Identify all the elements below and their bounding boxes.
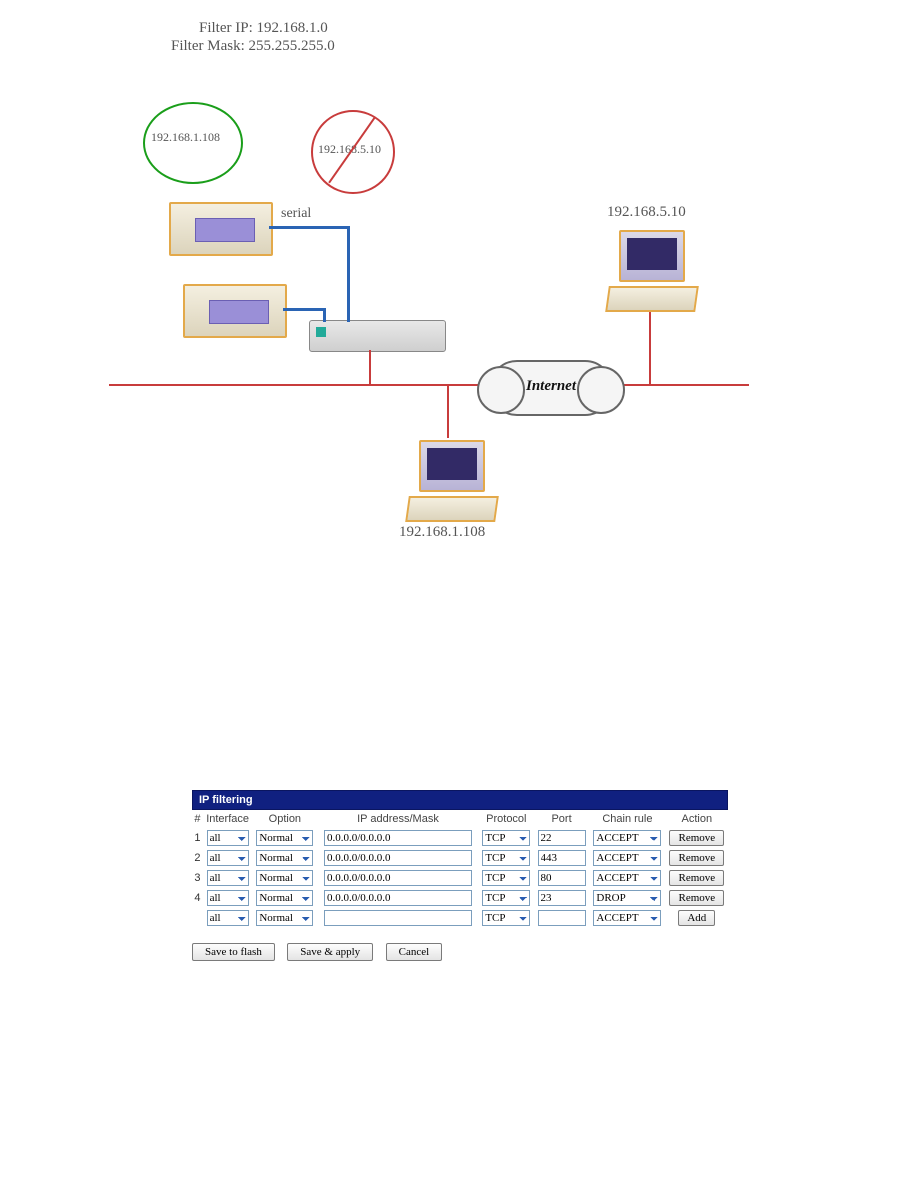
ipmask-input[interactable] — [324, 870, 472, 886]
new-chain-select[interactable]: ACCEPT — [593, 910, 661, 926]
protocol-select[interactable]: TCP — [482, 870, 530, 886]
option-select[interactable]: Normal — [256, 830, 313, 846]
col-protocol: Protocol — [479, 810, 534, 828]
new-option-select[interactable]: Normal — [256, 910, 313, 926]
table-row: 3all Normal TCP ACCEPT Remove — [192, 868, 728, 888]
col-option: Option — [252, 810, 317, 828]
filter-mask-line: Filter Mask: 255.255.255.0 — [171, 38, 335, 55]
server-2 — [183, 284, 287, 338]
ipmask-input[interactable] — [324, 850, 472, 866]
ipmask-input[interactable] — [324, 830, 472, 846]
interface-select[interactable]: all — [207, 850, 249, 866]
table-header-row: # Interface Option IP address/Mask Proto… — [192, 810, 728, 828]
ip-filtering-panel: IP filtering # Interface Option IP addre… — [192, 790, 728, 928]
port-input[interactable] — [538, 850, 586, 866]
new-interface-select[interactable]: all — [207, 910, 249, 926]
serial-label: serial — [281, 206, 311, 222]
serial-line-1 — [269, 226, 349, 229]
pc-bottom-drop — [447, 384, 449, 438]
col-interface: Interface — [203, 810, 253, 828]
serial-line-4 — [323, 308, 326, 322]
remove-button[interactable]: Remove — [669, 870, 724, 886]
cancel-button[interactable]: Cancel — [386, 943, 443, 961]
col-action: Action — [666, 810, 728, 828]
table-row: 2all Normal TCP ACCEPT Remove — [192, 848, 728, 868]
filter-mask-value: 255.255.255.0 — [249, 38, 335, 54]
panel-title: IP filtering — [192, 790, 728, 810]
protocol-select[interactable]: TCP — [482, 850, 530, 866]
option-select[interactable]: Normal — [256, 850, 313, 866]
protocol-select[interactable]: TCP — [482, 830, 530, 846]
port-input[interactable] — [538, 890, 586, 906]
new-protocol-select[interactable]: TCP — [482, 910, 530, 926]
interface-select[interactable]: all — [207, 870, 249, 886]
col-ipmask: IP address/Mask — [317, 810, 478, 828]
chain-select[interactable]: ACCEPT — [593, 830, 661, 846]
row-num: 3 — [192, 868, 203, 888]
table-row: 4all Normal TCP DROP Remove — [192, 888, 728, 908]
button-bar: Save to flash Save & apply Cancel — [192, 942, 918, 961]
bus-line — [109, 384, 749, 386]
option-select[interactable]: Normal — [256, 890, 313, 906]
interface-select[interactable]: all — [207, 830, 249, 846]
interface-select[interactable]: all — [207, 890, 249, 906]
remove-button[interactable]: Remove — [669, 850, 724, 866]
pc-bottom-ip: 192.168.1.108 — [399, 524, 485, 541]
table-row: 1all Normal TCP ACCEPT Remove — [192, 828, 728, 848]
port-input[interactable] — [538, 830, 586, 846]
router — [309, 320, 446, 352]
chain-select[interactable]: ACCEPT — [593, 850, 661, 866]
remove-button[interactable]: Remove — [669, 890, 724, 906]
col-chain: Chain rule — [589, 810, 665, 828]
filter-ip-line: Filter IP: 192.168.1.0 — [199, 20, 328, 37]
new-port-input[interactable] — [538, 910, 586, 926]
save-apply-button[interactable]: Save & apply — [287, 943, 373, 961]
router-drop — [369, 350, 371, 384]
serial-line-3 — [283, 308, 325, 311]
internet-label: Internet — [491, 378, 611, 395]
row-num: 1 — [192, 828, 203, 848]
table-new-row: all Normal TCP ACCEPT Add — [192, 908, 728, 928]
chain-select[interactable]: DROP — [593, 890, 661, 906]
new-ipmask-input[interactable] — [324, 910, 472, 926]
ipmask-input[interactable] — [324, 890, 472, 906]
row-num: 4 — [192, 888, 203, 908]
allowed-ip-label: 192.168.1.108 — [151, 130, 220, 145]
internet-cloud: Internet — [489, 360, 613, 416]
col-num: # — [192, 810, 203, 828]
serial-line-2 — [347, 226, 350, 322]
row-num: 2 — [192, 848, 203, 868]
filter-mask-label: Filter Mask: — [171, 38, 245, 54]
chain-select[interactable]: ACCEPT — [593, 870, 661, 886]
pc-right — [619, 230, 697, 312]
pc-right-drop — [649, 310, 651, 384]
port-input[interactable] — [538, 870, 586, 886]
ip-filter-table: # Interface Option IP address/Mask Proto… — [192, 810, 728, 928]
server-1 — [169, 202, 273, 256]
col-port: Port — [534, 810, 589, 828]
pc-bottom — [419, 440, 497, 522]
filter-ip-label: Filter IP: — [199, 20, 253, 36]
protocol-select[interactable]: TCP — [482, 890, 530, 906]
save-to-flash-button[interactable]: Save to flash — [192, 943, 275, 961]
option-select[interactable]: Normal — [256, 870, 313, 886]
filter-ip-value: 192.168.1.0 — [257, 20, 328, 36]
network-diagram: Filter IP: 192.168.1.0 Filter Mask: 255.… — [109, 100, 809, 660]
add-button[interactable]: Add — [678, 910, 715, 926]
remove-button[interactable]: Remove — [669, 830, 724, 846]
pc-right-ip: 192.168.5.10 — [607, 204, 686, 221]
